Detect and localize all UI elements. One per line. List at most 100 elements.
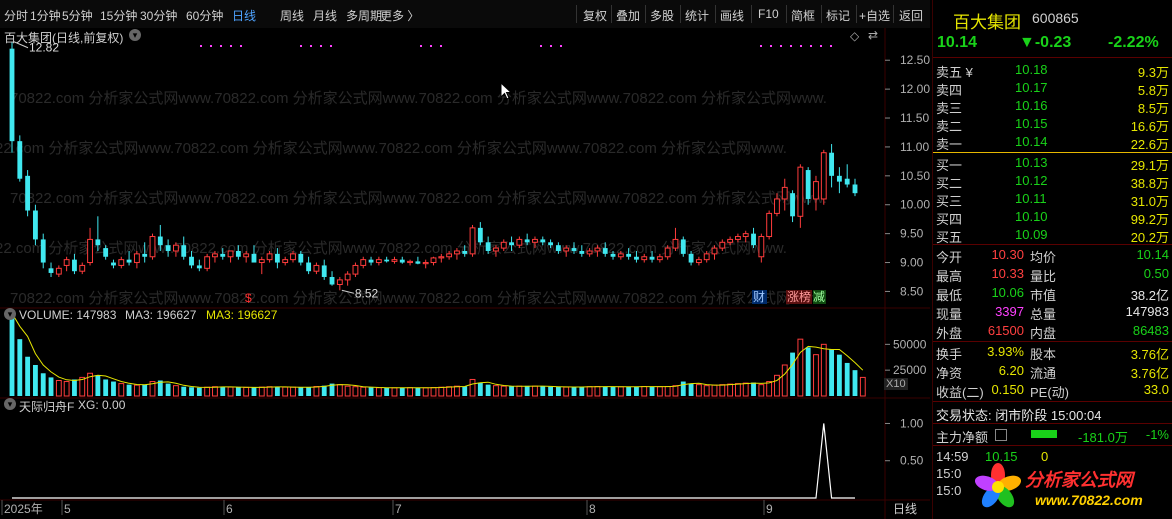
signal-dot xyxy=(830,45,832,47)
ask-row[interactable]: 卖二 10.15 16.6万 xyxy=(933,116,1169,134)
dividend-marker[interactable]: $ xyxy=(245,291,252,305)
volume-bar xyxy=(634,386,639,396)
toolbar-item-5[interactable]: 60分钟 xyxy=(186,7,223,24)
toolbar-right-item-5[interactable]: F10 xyxy=(758,7,779,21)
signal-dot xyxy=(240,45,242,47)
ask-volume: 16.6万 xyxy=(1130,119,1169,134)
ask-row[interactable]: 卖三 10.16 8.5万 xyxy=(933,98,1169,116)
net-detail-icon[interactable] xyxy=(995,429,1007,441)
toolbar-item-7[interactable]: 周线 xyxy=(280,7,304,24)
toolbar-right-item-3[interactable]: 统计 xyxy=(685,7,709,24)
volume-bar xyxy=(602,386,608,396)
toolbar-right-item-9[interactable]: 返回 xyxy=(899,7,923,24)
ask-volume: 22.6万 xyxy=(1130,137,1169,152)
signal-dot xyxy=(220,45,222,47)
price-tick-label: 11.00 xyxy=(900,140,929,154)
bid-row[interactable]: 买四 10.10 99.2万 xyxy=(933,209,1169,227)
toolbar-item-8[interactable]: 月线 xyxy=(313,7,337,24)
mouse-cursor-icon xyxy=(500,82,513,100)
ask-row[interactable]: 卖一 10.14 22.6万 xyxy=(933,134,1169,152)
indicator-menu-icon[interactable]: ▾ xyxy=(4,398,16,410)
divider xyxy=(933,401,1172,402)
ma3-label-colored: MA3: 196627 xyxy=(206,308,278,322)
volume-bar xyxy=(352,386,359,397)
expand-icon[interactable]: ⇄ xyxy=(868,28,878,42)
bid-row[interactable]: 买二 10.12 38.8万 xyxy=(933,173,1169,191)
toolbar-item-1[interactable]: 1分钟 xyxy=(30,7,61,24)
volume-bar xyxy=(126,384,132,396)
stat-value: 10.33 xyxy=(991,266,1024,281)
fundamentals-row: 换手 3.93% 股本 3.76亿 xyxy=(933,344,1169,362)
volume-bar xyxy=(579,386,585,396)
chart-menu-icon[interactable]: ▾ xyxy=(129,29,141,41)
main-net-label: 主力净额 xyxy=(936,430,989,445)
stats-row: 外盘 61500 内盘 86483 xyxy=(933,323,1169,341)
bid-price: 10.12 xyxy=(1015,173,1048,188)
bid-row[interactable]: 买一 10.13 29.1万 xyxy=(933,155,1169,173)
ask-label: 卖五 ¥ xyxy=(936,65,973,80)
toolbar-right-item-2[interactable]: 多股 xyxy=(650,7,674,24)
toolbar-right-item-4[interactable]: 画线 xyxy=(720,7,744,24)
ask-price: 10.14 xyxy=(1015,134,1048,149)
date-label: 5 xyxy=(64,502,71,516)
bid-volume: 38.8万 xyxy=(1130,176,1169,191)
diamond-icon[interactable]: ◇ xyxy=(850,29,859,43)
toolbar-item-0[interactable]: 分时 xyxy=(4,7,28,24)
ask-label: 卖四 xyxy=(936,83,963,98)
candle xyxy=(9,41,15,153)
signal-dot xyxy=(210,45,212,47)
ask-row[interactable]: 卖四 10.17 5.8万 xyxy=(933,80,1169,98)
volume-bar xyxy=(227,386,234,397)
volume-bar xyxy=(165,383,171,396)
volume-bar xyxy=(72,379,77,396)
chart-area[interactable]: 70822.com 分析家公式网www.70822.com 分析家公式网www.… xyxy=(0,28,930,519)
stats-row: 现量 3397 总量 147983 xyxy=(933,304,1169,322)
stat-label: 总量 xyxy=(1030,307,1057,322)
toolbar-item-9[interactable]: 多周期 xyxy=(346,7,382,24)
logo-text: 分析家公式网 xyxy=(1025,470,1133,490)
volume-bar xyxy=(493,385,499,397)
stat-label: 内盘 xyxy=(1030,326,1057,341)
indicator-tick-label: 0.50 xyxy=(900,454,924,468)
toolbar-item-10[interactable]: 更多 〉 xyxy=(380,7,419,24)
volume-bar xyxy=(321,385,327,396)
toolbar-item-2[interactable]: 5分钟 xyxy=(62,7,93,24)
volume-bar xyxy=(844,362,850,396)
toolbar-right-item-7[interactable]: 标记 xyxy=(826,7,850,24)
price-tick-label: 12.50 xyxy=(900,53,930,67)
volume-bar xyxy=(446,386,453,397)
event-markers[interactable]: 财 涨榜减 xyxy=(752,289,826,304)
volume-bar xyxy=(438,386,445,397)
price-tick-label: 11.50 xyxy=(900,111,929,125)
price-tick-label: 10.00 xyxy=(900,198,930,212)
bid-row[interactable]: 买三 10.11 31.0万 xyxy=(933,191,1169,209)
volume-unit: X10 xyxy=(884,378,908,390)
ask-label: 卖三 xyxy=(936,101,963,116)
indicator-pane xyxy=(0,398,930,500)
volume-bar xyxy=(797,338,804,397)
ask-row[interactable]: 卖五 ¥ 10.18 9.3万 xyxy=(933,62,1169,80)
volume-bar xyxy=(734,383,741,397)
toolbar-item-4[interactable]: 30分钟 xyxy=(140,7,177,24)
toolbar-right-item-6[interactable]: 简框 xyxy=(791,7,815,24)
volume-bar xyxy=(266,386,273,397)
volume-tick-label: 25000 xyxy=(893,363,927,377)
net-flow-bar xyxy=(1031,430,1057,438)
toolbar-right-item-1[interactable]: 叠加 xyxy=(616,7,640,24)
price-tick-label: 9.50 xyxy=(900,227,924,241)
bottom-period[interactable]: 日线 xyxy=(893,500,917,517)
signal-dot xyxy=(310,45,312,47)
volume-menu-icon[interactable]: ▾ xyxy=(4,308,16,320)
bid-label: 买四 xyxy=(936,212,963,227)
volume-bar xyxy=(251,387,257,396)
toolbar-right-item-0[interactable]: 复权 xyxy=(583,7,607,24)
toolbar-right-item-8[interactable]: +自选 xyxy=(859,7,890,24)
toolbar-item-6[interactable]: 日线 xyxy=(232,7,256,24)
toolbar-item-3[interactable]: 15分钟 xyxy=(100,7,137,24)
price-pane xyxy=(0,28,930,308)
toolbar: 分时 1分钟 5分钟 15分钟 30分钟 60分钟 日线 周线 月线 多周期 更多 〉 复权 叠加 多股统… xyxy=(0,0,930,29)
bid-row[interactable]: 买五 10.09 20.2万 xyxy=(933,227,1169,245)
main-net-pct: -1% xyxy=(1145,427,1169,442)
volume-bar xyxy=(485,384,491,396)
divider xyxy=(933,445,1172,446)
